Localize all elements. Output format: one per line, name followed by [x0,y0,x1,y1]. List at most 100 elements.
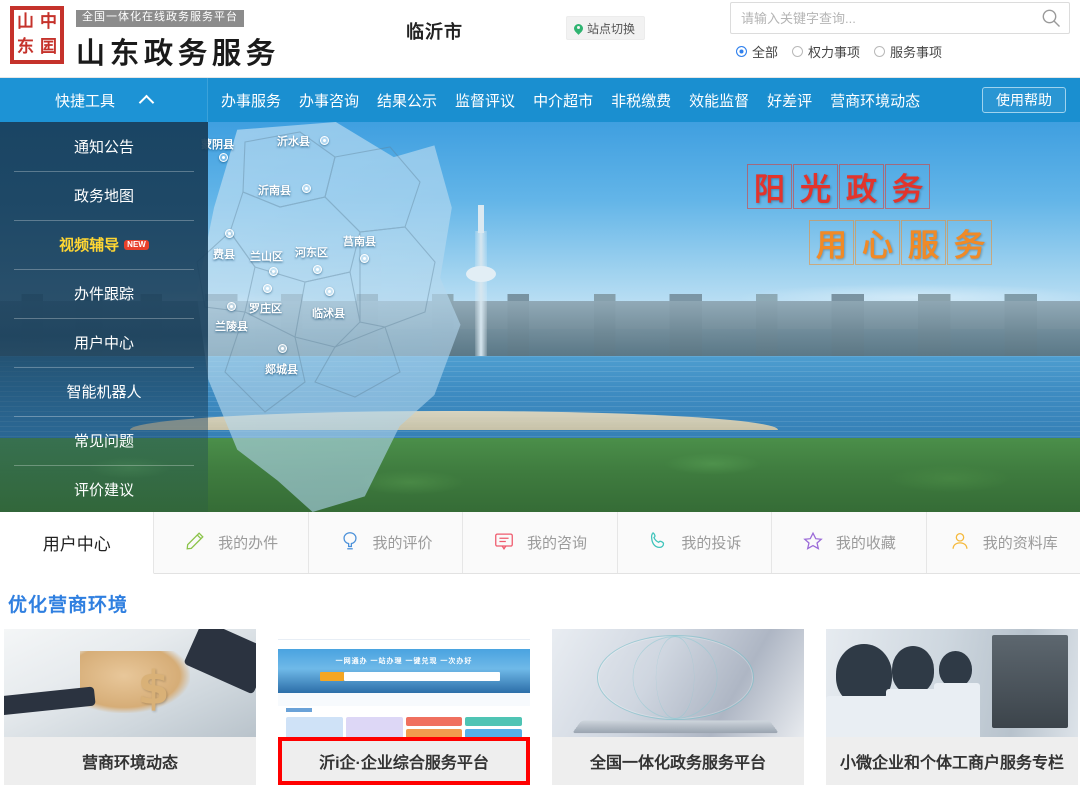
business-environment-section: 优化营商环境 营商环境动态 一网通办 一站办理 一键兑现 一次办好 [0,574,1080,785]
nav-item-yingshanghuanjing[interactable]: 营商环境动态 [821,90,929,111]
map-label-linshu: 临沭县 [312,308,345,320]
slogan-char-2: 光 [793,164,838,209]
search-box[interactable] [730,2,1070,34]
sidebar-item-notice[interactable]: 通知公告 [0,122,208,171]
brand-block[interactable]: 山 中 东 国 全国一体化在线政务服务平台 山东政务服务 [8,4,280,72]
sidebar-label-video-guide: 视频辅导 [59,237,120,254]
slogan-char-5: 用 [809,220,854,265]
sidebar-label-feedback: 评价建议 [73,482,134,499]
card-label-small-business-column: 小微企业和个体工商户服务专栏 [826,737,1078,785]
user-center-tabs: 用户中心 我的办件 我的评价 我的咨询 我的投诉 我的收藏 我的资料库 [0,512,1080,574]
slogan-char-4: 务 [885,164,930,209]
nav-item-feishuijiaofei[interactable]: 非税缴费 [602,90,680,111]
site-switch-button[interactable]: 站点切换 [566,16,646,40]
map-dot-luozhuang [263,284,272,293]
radio-label-all: 全部 [752,45,779,60]
nav-item-list: 办事服务 办事咨询 结果公示 监督评议 中介超市 非税缴费 效能监督 好差评 营… [212,90,929,111]
help-button[interactable]: 使用帮助 [982,87,1066,113]
tab-label-my-documents: 我的资料库 [982,535,1058,552]
tab-user-center[interactable]: 用户中心 [0,512,155,574]
quick-tools-label: 快捷工具 [54,92,115,110]
user-icon [949,530,971,556]
sidebar-item-govmap[interactable]: 政务地图 [0,171,208,220]
current-city: 临沂市 [406,22,463,42]
card-label-national-platform: 全国一体化政务服务平台 [552,737,804,785]
map-dot-mengyin [219,153,228,162]
seal-char-3: 东 [17,37,34,57]
site-title: 山东政务服务 [76,35,281,70]
radio-dot-power[interactable] [792,46,804,57]
thumb-icon [339,530,361,556]
nav-item-xiaonengjiandu[interactable]: 效能监督 [680,90,758,111]
sidebar-label-user-center: 用户中心 [73,335,134,352]
tab-my-favorites[interactable]: 我的收藏 [772,512,927,573]
seal-char-4: 国 [40,37,57,57]
star-icon [802,530,824,556]
map-dot-lanshan [269,267,278,276]
tab-my-cases[interactable]: 我的办件 [154,512,309,573]
nav-item-jieguogongshi[interactable]: 结果公示 [368,90,446,111]
map-dot-junan [360,254,369,263]
tablet-network-photo [552,629,804,737]
search-area: 全部 权力事项 服务事项 [730,2,1070,61]
sidebar-item-video-guide[interactable]: 视频辅导 NEW [0,220,208,269]
website-screenshot: 一网通办 一站办理 一键兑现 一次办好 [278,629,530,737]
chevron-up-icon[interactable] [138,94,155,110]
map-label-lanshan: 兰山区 [250,251,283,263]
map-label-hedong: 河东区 [295,247,328,259]
nav-item-haochaping[interactable]: 好差评 [758,90,821,111]
sidebar-item-faq[interactable]: 常见问题 [0,416,208,465]
quick-tools-toggle[interactable]: 快捷工具 [0,78,208,122]
radio-option-service[interactable]: 服务事项 [874,42,942,61]
seal-char-1: 山 [17,12,34,32]
card-national-platform[interactable]: 全国一体化政务服务平台 [552,629,804,785]
map-dot-hedong [313,265,322,274]
hero-banner: 蒙阴县 沂水县 沂南县 费县 兰山区 河东区 莒南县 罗庄区 临沭县 兰陵县 郯… [0,122,1080,512]
tab-label-my-reviews: 我的评价 [372,535,433,552]
radio-dot-all[interactable] [736,46,747,57]
radio-label-service: 服务事项 [890,45,943,60]
map-label-feixian: 费县 [213,249,235,261]
map-label-tancheng: 郯城县 [265,364,298,376]
radio-option-power[interactable]: 权力事项 [792,42,860,61]
business-handshake-photo [4,629,256,737]
shandong-seal-icon: 山 中 东 国 [8,4,66,66]
nav-item-zhongjiechaoshi[interactable]: 中介超市 [524,90,602,111]
tab-label-my-complaints: 我的投诉 [681,535,742,552]
card-label-business-dynamics: 营商环境动态 [4,737,256,785]
sidebar-item-case-tracking[interactable]: 办件跟踪 [0,269,208,318]
nav-item-jianduping[interactable]: 监督评议 [446,90,524,111]
tab-my-documents[interactable]: 我的资料库 [926,512,1080,573]
slogan-char-8: 务 [947,220,992,265]
map-label-lanling: 兰陵县 [215,321,248,333]
card-small-business-column[interactable]: 小微企业和个体工商户服务专栏 [826,629,1078,785]
card-yiqi-platform[interactable]: 一网通办 一站办理 一键兑现 一次办好 沂i企·企业综合服务平台 [278,629,530,785]
message-icon [493,530,515,556]
radio-dot-service[interactable] [874,46,886,57]
linyi-district-map[interactable]: 蒙阴县 沂水县 沂南县 费县 兰山区 河东区 莒南县 罗庄区 临沭县 兰陵县 郯… [185,122,475,512]
slogan-line-2: 用 心 服 务 [747,220,992,265]
slogan-line-1: 阳 光 政 务 [747,164,930,209]
search-icon[interactable] [1033,8,1069,28]
card-business-dynamics[interactable]: 营商环境动态 [4,629,256,785]
search-input[interactable] [731,3,1033,33]
sidebar-item-robot[interactable]: 智能机器人 [0,367,208,416]
nav-item-banshizixun[interactable]: 办事咨询 [290,90,368,111]
map-label-junan: 莒南县 [343,236,376,248]
nav-item-banshifuwu[interactable]: 办事服务 [212,90,290,111]
sidebar-label-govmap: 政务地图 [73,188,134,205]
sidebar-item-user-center[interactable]: 用户中心 [0,318,208,367]
tv-tower-icon [466,205,497,356]
map-label-luozhuang: 罗庄区 [249,303,282,315]
sidebar-label-robot: 智能机器人 [66,384,142,401]
tab-my-consultations[interactable]: 我的咨询 [463,512,618,573]
sidebar-item-feedback[interactable]: 评价建议 [0,465,208,512]
sidebar-label-faq: 常见问题 [73,433,134,450]
radio-label-power: 权力事项 [808,45,861,60]
pencil-icon [184,530,206,556]
tab-label-user-center: 用户中心 [42,535,111,554]
map-dot-tancheng [278,344,287,353]
tab-my-reviews[interactable]: 我的评价 [308,512,464,573]
radio-option-all[interactable]: 全部 [736,42,778,61]
tab-my-complaints[interactable]: 我的投诉 [617,512,773,573]
